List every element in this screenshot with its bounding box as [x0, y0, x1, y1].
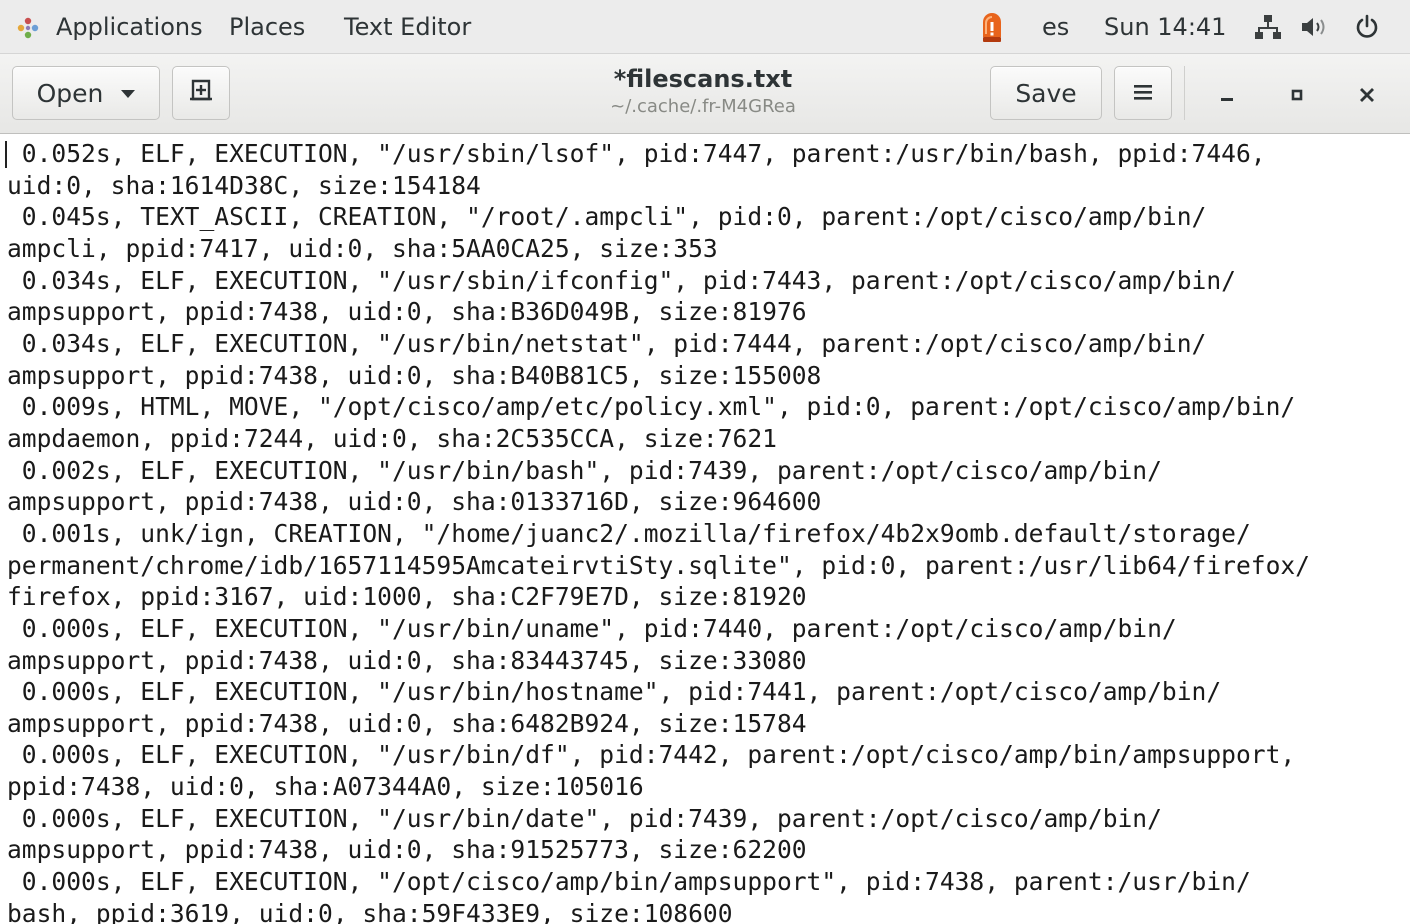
- text-line: ppid:7438, uid:0, sha:A07344A0, size:105…: [7, 772, 644, 802]
- network-icon[interactable]: [1254, 14, 1282, 40]
- save-button[interactable]: Save: [990, 66, 1102, 120]
- text-line: 0.000s, ELF, EXECUTION, "/usr/bin/uname"…: [7, 613, 1177, 643]
- text-line: permanent/chrome/idb/1657114595Amcateirv…: [7, 550, 1310, 580]
- minimize-icon[interactable]: [1210, 78, 1244, 112]
- close-icon[interactable]: [1350, 78, 1384, 112]
- text-line: 0.001s, unk/ign, CREATION, "/home/juanc2…: [7, 518, 1251, 548]
- places-menu[interactable]: Places: [229, 0, 305, 54]
- text-line: 0.000s, ELF, EXECUTION, "/usr/bin/hostna…: [7, 677, 1222, 707]
- document-title: *filescans.txt: [613, 65, 793, 93]
- text-line: ampsupport, ppid:7438, uid:0, sha:013371…: [7, 487, 822, 517]
- keyboard-layout-indicator[interactable]: es: [1042, 0, 1069, 54]
- text-line: 0.034s, ELF, EXECUTION, "/usr/bin/netsta…: [7, 328, 1207, 358]
- text-line: 0.052s, ELF, EXECUTION, "/usr/sbin/lsof"…: [7, 139, 1266, 168]
- text-line: 0.000s, ELF, EXECUTION, "/usr/bin/date",…: [7, 803, 1162, 833]
- text-line: uid:0, sha:1614D38C, size:154184: [7, 170, 481, 200]
- document-path: ~/.cache/.fr-M4GRea: [610, 96, 796, 117]
- text-line: 0.000s, ELF, EXECUTION, "/opt/cisco/amp/…: [7, 867, 1251, 897]
- open-button[interactable]: Open: [12, 66, 160, 120]
- text-line: ampsupport, ppid:7438, uid:0, sha:B36D04…: [7, 297, 807, 327]
- power-icon[interactable]: [1354, 14, 1380, 40]
- hamburger-menu-icon: [1132, 79, 1154, 108]
- text-line: ampsupport, ppid:7438, uid:0, sha:915257…: [7, 835, 807, 865]
- document-text[interactable]: 0.052s, ELF, EXECUTION, "/usr/sbin/lsof"…: [7, 138, 1310, 924]
- text-line: 0.002s, ELF, EXECUTION, "/usr/bin/bash",…: [7, 455, 1162, 485]
- text-line: ampdaemon, ppid:7244, uid:0, sha:2C535CC…: [7, 423, 777, 453]
- hamburger-menu-button[interactable]: [1114, 66, 1172, 120]
- app-menu-text-editor[interactable]: Text Editor: [344, 0, 471, 54]
- chevron-down-icon: [121, 90, 136, 98]
- new-document-button[interactable]: [172, 66, 230, 120]
- clock[interactable]: Sun 14:41: [1104, 0, 1226, 54]
- header-bar: Open *filescans.txt ~/.cache/.fr-M4GRea …: [0, 54, 1410, 134]
- header-separator: [1184, 66, 1185, 120]
- text-line: ampcli, ppid:7417, uid:0, sha:5AA0CA25, …: [7, 233, 718, 263]
- alert-icon[interactable]: [976, 8, 1008, 44]
- text-line: 0.000s, ELF, EXECUTION, "/usr/bin/df", p…: [7, 740, 1296, 770]
- text-line: bash, ppid:3619, uid:0, sha:59F433E9, si…: [7, 898, 733, 924]
- new-document-icon: [188, 77, 214, 109]
- open-button-label: Open: [36, 78, 104, 108]
- text-line: ampsupport, ppid:7438, uid:0, sha:834437…: [7, 645, 807, 675]
- text-line: 0.009s, HTML, MOVE, "/opt/cisco/amp/etc/…: [7, 392, 1296, 422]
- text-line: ampsupport, ppid:7438, uid:0, sha:6482B9…: [7, 708, 807, 738]
- top-panel: Applications Places Text Editor es Sun 1…: [0, 0, 1410, 54]
- text-line: 0.045s, TEXT_ASCII, CREATION, "/root/.am…: [7, 202, 1207, 232]
- volume-icon[interactable]: [1300, 16, 1330, 38]
- text-line: 0.034s, ELF, EXECUTION, "/usr/sbin/ifcon…: [7, 265, 1236, 295]
- text-editor-area[interactable]: 0.052s, ELF, EXECUTION, "/usr/sbin/lsof"…: [0, 134, 1410, 924]
- text-line: ampsupport, ppid:7438, uid:0, sha:B40B81…: [7, 360, 822, 390]
- window-title: *filescans.txt ~/.cache/.fr-M4GRea: [560, 64, 846, 120]
- applications-menu[interactable]: Applications: [56, 0, 203, 54]
- maximize-icon[interactable]: [1280, 78, 1314, 112]
- text-line: firefox, ppid:3167, uid:1000, sha:C2F79E…: [7, 582, 807, 612]
- applications-icon[interactable]: [16, 16, 40, 40]
